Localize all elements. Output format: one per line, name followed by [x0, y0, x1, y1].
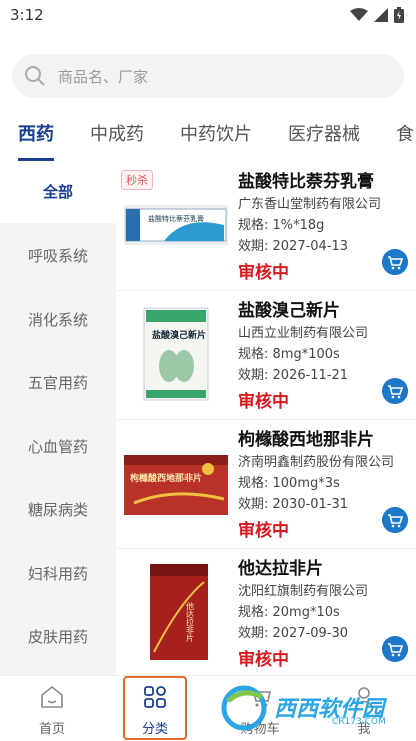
search-placeholder: 商品名、厂家 — [58, 68, 149, 86]
tab-medical-devices[interactable]: 医疗器械 — [288, 120, 360, 146]
battery-icon — [394, 7, 404, 23]
add-to-cart-icon[interactable] — [382, 636, 408, 662]
sidebar-item-digestive[interactable]: 消化系统 — [0, 289, 116, 351]
sidebar-item-diabetes[interactable]: 糖尿病类 — [0, 479, 116, 541]
product-spec: 规格: 100mg*3s — [238, 476, 340, 491]
status-icons — [350, 7, 404, 23]
watermark-subtitle: CR173.COM — [332, 717, 386, 727]
sidebar-item-ent[interactable]: 五官用药 — [0, 352, 116, 414]
home-icon — [41, 685, 63, 708]
product-spec: 规格: 1%*18g — [238, 218, 325, 233]
product-spec: 规格: 8mg*100s — [238, 347, 340, 362]
product-image-label: 他达拉非片 — [186, 601, 195, 643]
product-name: 枸橼酸西地那非片 — [238, 430, 374, 450]
nav-home-label: 首页 — [38, 722, 65, 737]
sidebar-item-all[interactable]: 全部 — [0, 161, 116, 223]
tab-western-medicine[interactable]: 西药 — [18, 120, 54, 146]
product-manufacturer: 山西立业制药有限公司 — [238, 326, 369, 341]
tab-chinese-patent-medicine[interactable]: 中成药 — [90, 120, 144, 146]
sidebar-item-respiratory[interactable]: 呼吸系统 — [0, 225, 116, 287]
search-icon — [25, 66, 45, 86]
product-expiry: 效期: 2027-09-30 — [238, 626, 349, 641]
product-status: 审核中 — [238, 521, 289, 541]
product-expiry: 效期: 2026-11-21 — [238, 368, 349, 383]
sidebar-item-gynecology[interactable]: 妇科用药 — [0, 543, 116, 605]
status-time: 3:12 — [10, 6, 44, 24]
product-image: 枸橼酸西地那非片 — [124, 455, 228, 515]
product-card[interactable]: 他达拉非片 他达拉非片 沈阳红旗制药有限公司 规格: 20mg*10s 效期: … — [116, 548, 416, 675]
product-name: 盐酸溴己新片 — [238, 301, 340, 321]
product-status: 审核中 — [238, 392, 289, 412]
watermark-logo-icon — [221, 685, 267, 731]
product-image-label: 盐酸特比萘芬乳膏 — [148, 214, 204, 223]
add-to-cart-icon[interactable] — [382, 378, 408, 404]
flash-sale-badge: 秒杀 — [121, 170, 153, 190]
sidebar-item-cardiovascular[interactable]: 心血管药 — [0, 416, 116, 478]
product-status: 审核中 — [238, 650, 289, 670]
product-image: 盐酸溴己新片 — [143, 307, 209, 401]
watermark: 西西软件园 CR173.COM — [214, 683, 412, 735]
product-spec: 规格: 20mg*10s — [238, 605, 340, 620]
wifi-icon — [350, 8, 368, 21]
product-manufacturer: 济南明鑫制药股份有限公司 — [238, 455, 395, 470]
product-image-label: 枸橼酸西地那非片 — [130, 472, 202, 484]
product-card[interactable]: 盐酸溴己新片 盐酸溴己新片 山西立业制药有限公司 规格: 8mg*100s 效期… — [116, 290, 416, 420]
product-manufacturer: 沈阳红旗制药有限公司 — [238, 584, 369, 599]
nav-category-highlight — [123, 676, 187, 740]
search-bar[interactable]: 商品名、厂家 — [12, 54, 404, 98]
product-name: 他达拉非片 — [238, 559, 323, 579]
product-expiry: 效期: 2030-01-31 — [238, 497, 349, 512]
add-to-cart-icon[interactable] — [382, 249, 408, 275]
product-name: 盐酸特比萘芬乳膏 — [238, 172, 374, 192]
product-image-label: 盐酸溴己新片 — [152, 329, 206, 341]
sidebar-item-dermatology[interactable]: 皮肤用药 — [0, 606, 116, 668]
product-manufacturer: 广东香山堂制药有限公司 — [238, 197, 382, 212]
product-list: 盐酸特比萘芬乳膏 秒杀 盐酸特比萘芬乳膏 广东香山堂制药有限公司 规格: 1%*… — [116, 161, 416, 675]
tab-food[interactable]: 食 — [396, 120, 414, 146]
sidebar: 全部 呼吸系统 消化系统 五官用药 心血管药 糖尿病类 妇科用药 皮肤用药 — [0, 161, 116, 675]
signal-icon — [374, 8, 388, 22]
product-image: 盐酸特比萘芬乳膏 — [124, 205, 228, 245]
product-expiry: 效期: 2027-04-13 — [238, 239, 349, 254]
category-tabs: 西药 中成药 中药饮片 医疗器械 食 — [0, 112, 416, 158]
nav-home[interactable]: 首页 — [17, 684, 87, 737]
product-card[interactable]: 枸橼酸西地那非片 枸橼酸西地那非片 济南明鑫制药股份有限公司 规格: 100mg… — [116, 419, 416, 549]
status-bar: 3:12 — [0, 0, 416, 30]
product-card[interactable]: 盐酸特比萘芬乳膏 秒杀 盐酸特比萘芬乳膏 广东香山堂制药有限公司 规格: 1%*… — [116, 161, 416, 291]
tab-herbal-pieces[interactable]: 中药饮片 — [180, 120, 252, 146]
product-status: 审核中 — [238, 263, 289, 283]
product-image: 他达拉非片 — [150, 564, 208, 660]
add-to-cart-icon[interactable] — [382, 507, 408, 533]
